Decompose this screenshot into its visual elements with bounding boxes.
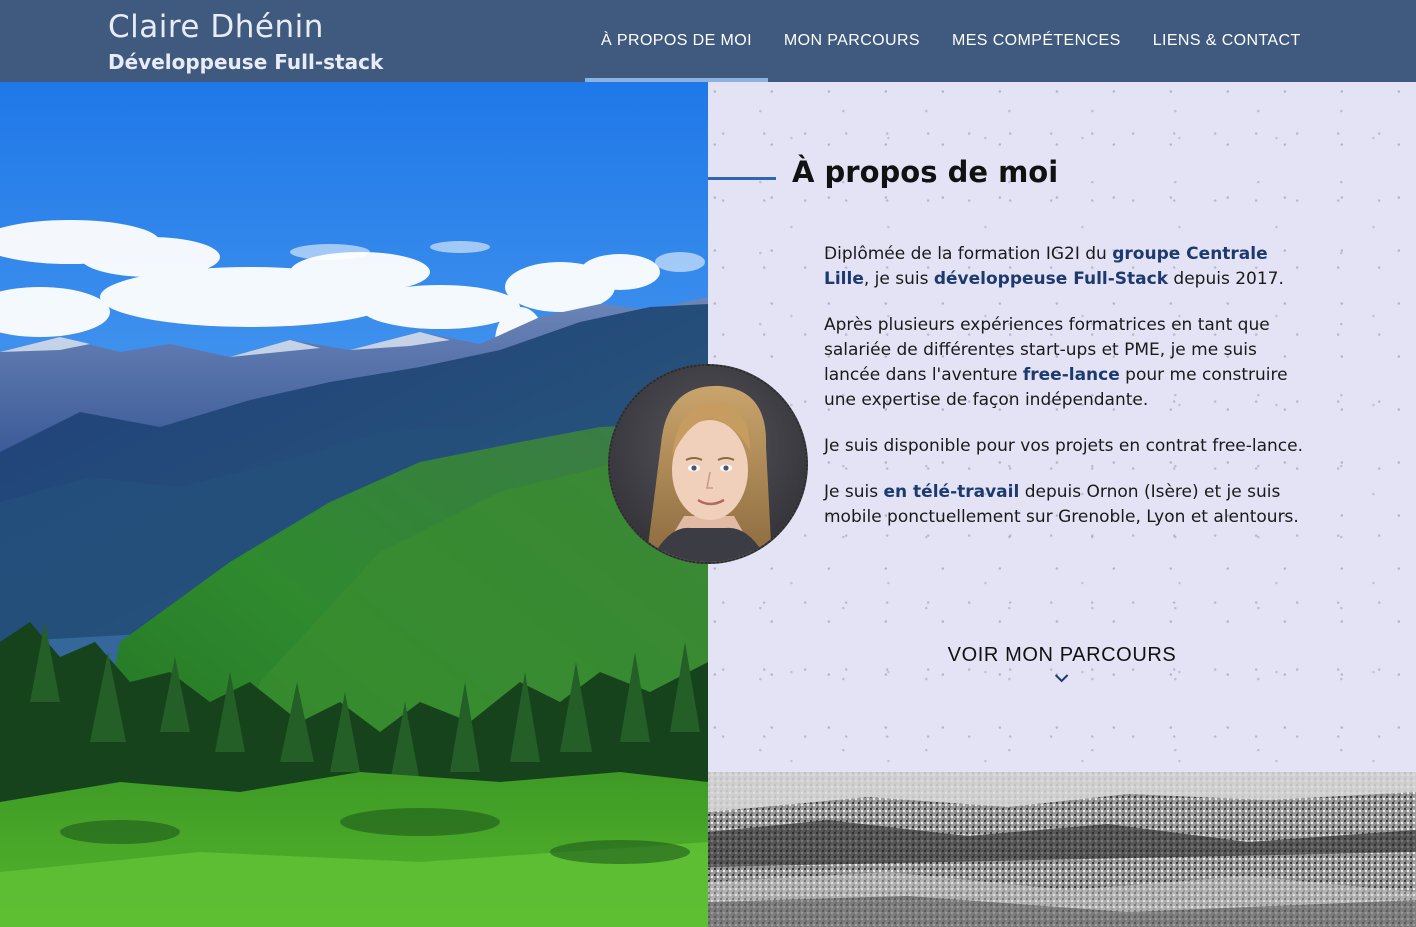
- bio-text-segment: Je suis: [824, 482, 884, 502]
- site-title: Claire Dhénin: [108, 9, 324, 45]
- site-subtitle: Développeuse Full-stack: [108, 50, 384, 74]
- bio-paragraph-3: Je suis disponible pour vos projets en c…: [824, 436, 1304, 456]
- bio-paragraph-2: Après plusieurs expériences formatrices …: [824, 313, 1304, 413]
- nav-item-contact[interactable]: LIENS & CONTACT: [1137, 0, 1317, 82]
- nav-item-competences[interactable]: MES COMPÉTENCES: [936, 0, 1137, 82]
- bio-text-segment: depuis 2017.: [1168, 269, 1284, 289]
- bio-text-segment: Diplômée de la formation IG2I du: [824, 244, 1113, 264]
- chevron-down-icon: [1055, 674, 1069, 683]
- brand: Claire Dhénin Développeuse Full-stack: [108, 8, 383, 75]
- about-section: À propos de moi Diplômée de la formation…: [708, 82, 1416, 772]
- bio-highlight: free-lance: [1022, 365, 1120, 385]
- profile-avatar: [608, 364, 808, 564]
- mountain-landscape-photo: [0, 82, 708, 927]
- bw-landscape-photo: [708, 772, 1416, 927]
- section-accent-line: [708, 177, 776, 180]
- bio-paragraph-1: Diplômée de la formation IG2I du groupe …: [824, 242, 1304, 292]
- bio-text-segment: , je suis: [863, 269, 934, 289]
- main-nav: À PROPOS DE MOI MON PARCOURS MES COMPÉTE…: [585, 0, 1317, 82]
- see-career-button[interactable]: VOIR MON PARCOURS: [948, 644, 1177, 683]
- site-header: Claire Dhénin Développeuse Full-stack À …: [0, 0, 1416, 82]
- bio-paragraph-4: Je suis en télé-travail depuis Ornon (Is…: [824, 480, 1304, 530]
- see-career-label: VOIR MON PARCOURS: [947, 644, 1177, 666]
- section-title: À propos de moi: [792, 155, 1059, 189]
- nav-item-a-propos[interactable]: À PROPOS DE MOI: [585, 0, 768, 82]
- bio-highlight: développeuse Full-Stack: [933, 269, 1169, 289]
- bio-highlight: en télé-travail: [883, 482, 1020, 502]
- nav-item-parcours[interactable]: MON PARCOURS: [768, 0, 936, 82]
- bio-text: Diplômée de la formation IG2I du groupe …: [824, 242, 1304, 551]
